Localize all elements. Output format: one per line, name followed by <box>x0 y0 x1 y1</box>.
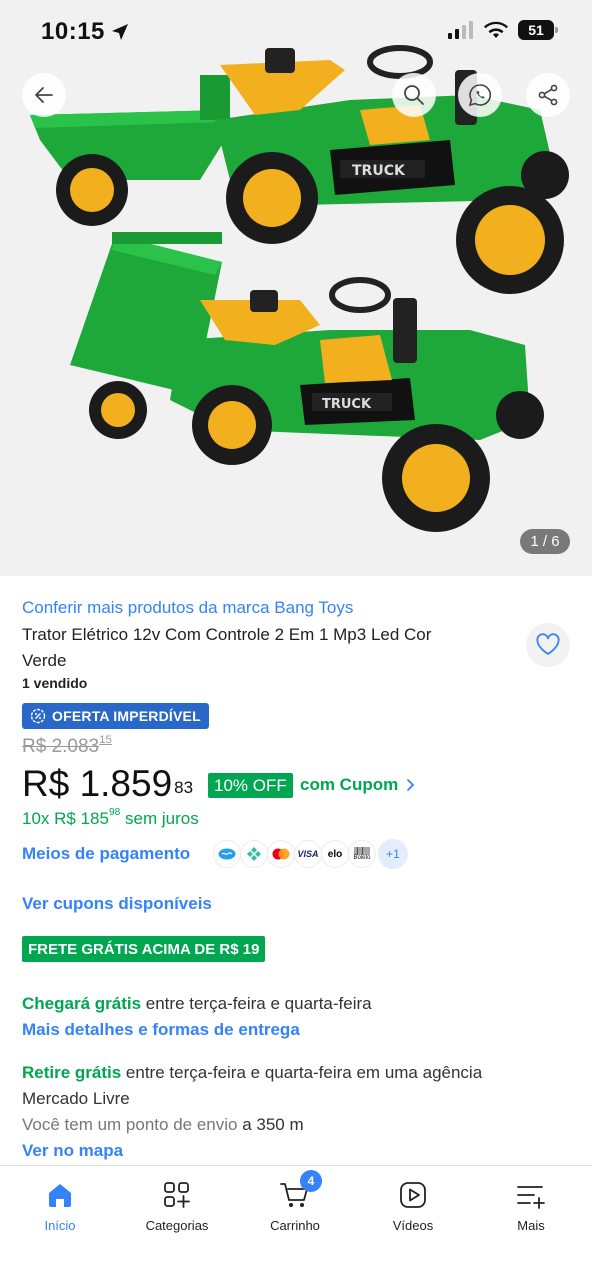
home-icon <box>49 1184 71 1207</box>
brand-link[interactable]: Conferir mais produtos da marca Bang Toy… <box>22 598 353 618</box>
wifi-icon <box>484 21 508 38</box>
current-price: R$ 1.859 83 <box>22 762 193 806</box>
shipping-point: Você tem um ponto de envio a 350 m <box>22 1115 304 1135</box>
visa-icon: VISA <box>294 840 322 868</box>
tab-videos-label: Vídeos <box>392 1218 434 1233</box>
pickup-agency: Mercado Livre <box>22 1089 130 1108</box>
tab-more-label: Mais <box>517 1218 545 1233</box>
boleto-label: Boleto <box>353 855 371 861</box>
video-icon <box>400 1182 426 1208</box>
svg-text:TRUCK: TRUCK <box>322 397 372 412</box>
menu-icon <box>517 1186 545 1209</box>
search-button[interactable] <box>392 73 436 117</box>
delivery-dates: entre terça-feira e quarta-feira <box>141 994 372 1013</box>
delivery-estimate: Chegará grátis entre terça-feira e quart… <box>22 994 372 1014</box>
cellular-signal-icon <box>448 21 473 39</box>
categories-icon <box>164 1182 190 1208</box>
pix-icon <box>240 840 268 868</box>
favorite-button[interactable] <box>526 623 570 667</box>
tab-cart[interactable]: 4 Carrinho <box>240 1170 350 1233</box>
shipping-point-text: Você tem um ponto de envio <box>22 1115 238 1134</box>
whatsapp-button[interactable] <box>458 73 502 117</box>
original-price-int: R$ 2.083 <box>22 736 100 757</box>
original-price-cents: 15 <box>99 734 112 746</box>
search-icon <box>404 85 424 105</box>
coupons-link[interactable]: Ver cupons disponíveis <box>22 894 212 914</box>
svg-text:TRUCK: TRUCK <box>352 163 406 179</box>
coupon-link[interactable]: com Cupom <box>300 775 416 795</box>
free-shipping-badge: FRETE GRÁTIS ACIMA DE R$ 19 <box>22 936 266 962</box>
tab-home-label: Início <box>44 1218 76 1233</box>
boleto-icon: Boleto <box>348 840 376 868</box>
pickup-dates: entre terça-feira e quarta-feira em uma … <box>121 1063 483 1082</box>
more-payment-methods[interactable]: +1 <box>378 839 408 869</box>
gallery-counter: 1 / 6 <box>520 529 570 554</box>
discount-seal-icon <box>30 708 46 724</box>
map-link[interactable]: Ver no mapa <box>22 1141 123 1161</box>
back-button[interactable] <box>22 73 66 117</box>
share-button[interactable] <box>526 73 570 117</box>
payment-icons[interactable]: VISA elo Boleto +1 <box>213 839 408 869</box>
mercado-pago-icon <box>213 840 241 868</box>
pickup-estimate: Retire grátis entre terça-feira e quarta… <box>22 1063 482 1083</box>
mastercard-icon <box>267 840 295 868</box>
elo-icon: elo <box>321 840 349 868</box>
tab-categories-label: Categorias <box>145 1218 209 1233</box>
installments-cents: 98 <box>108 807 121 818</box>
current-price-int: R$ 1.859 <box>22 763 173 804</box>
location-arrow-icon <box>112 24 128 40</box>
installments-terms: sem juros <box>120 809 199 828</box>
product-photo: TRUCK TRUCK <box>30 45 569 532</box>
delivery-details-link[interactable]: Mais detalhes e formas de entrega <box>22 1020 300 1040</box>
cart-count-badge: 4 <box>300 1170 322 1192</box>
whatsapp-icon <box>468 84 492 107</box>
tab-cart-label: Carrinho <box>270 1218 320 1233</box>
chevron-right-icon <box>407 779 415 791</box>
product-image-gallery[interactable]: TRUCK TRUCK 1 / 6 <box>0 0 592 576</box>
offer-badge: OFERTA IMPERDÍVEL <box>22 703 209 729</box>
payment-methods-link[interactable]: Meios de pagamento <box>22 844 190 864</box>
current-price-cents: 83 <box>174 778 194 797</box>
share-icon <box>538 84 558 106</box>
offer-badge-label: OFERTA IMPERDÍVEL <box>52 708 201 724</box>
battery-indicator: 51 <box>518 20 558 40</box>
status-bar: 10:15 51 <box>0 0 592 66</box>
shipping-point-distance: a 350 m <box>237 1115 304 1134</box>
installments: 10x R$ 18598 sem juros <box>22 807 199 829</box>
tab-home[interactable]: Início <box>5 1180 115 1233</box>
tab-videos[interactable]: Vídeos <box>358 1180 468 1233</box>
tab-more[interactable]: Mais <box>476 1180 586 1233</box>
heart-icon <box>536 633 560 655</box>
coupon-label: com Cupom <box>300 775 399 794</box>
bottom-tab-bar: Início Categorias 4 Carrinho Vídeos Mais <box>0 1165 592 1280</box>
tab-categories[interactable]: Categorias <box>122 1180 232 1233</box>
pickup-free-label: Retire grátis <box>22 1063 122 1082</box>
delivery-free-label: Chegará grátis <box>22 994 142 1013</box>
sold-count: 1 vendido <box>22 675 88 691</box>
discount-badge: 10% OFF <box>208 773 293 798</box>
product-title: Trator Elétrico 12v Com Controle 2 Em 1 … <box>22 625 432 670</box>
installments-amount: 10x R$ 185 <box>22 809 109 828</box>
original-price: R$ 2.08315 <box>22 734 112 758</box>
status-time: 10:15 <box>41 18 105 45</box>
arrow-left-icon <box>35 87 53 103</box>
